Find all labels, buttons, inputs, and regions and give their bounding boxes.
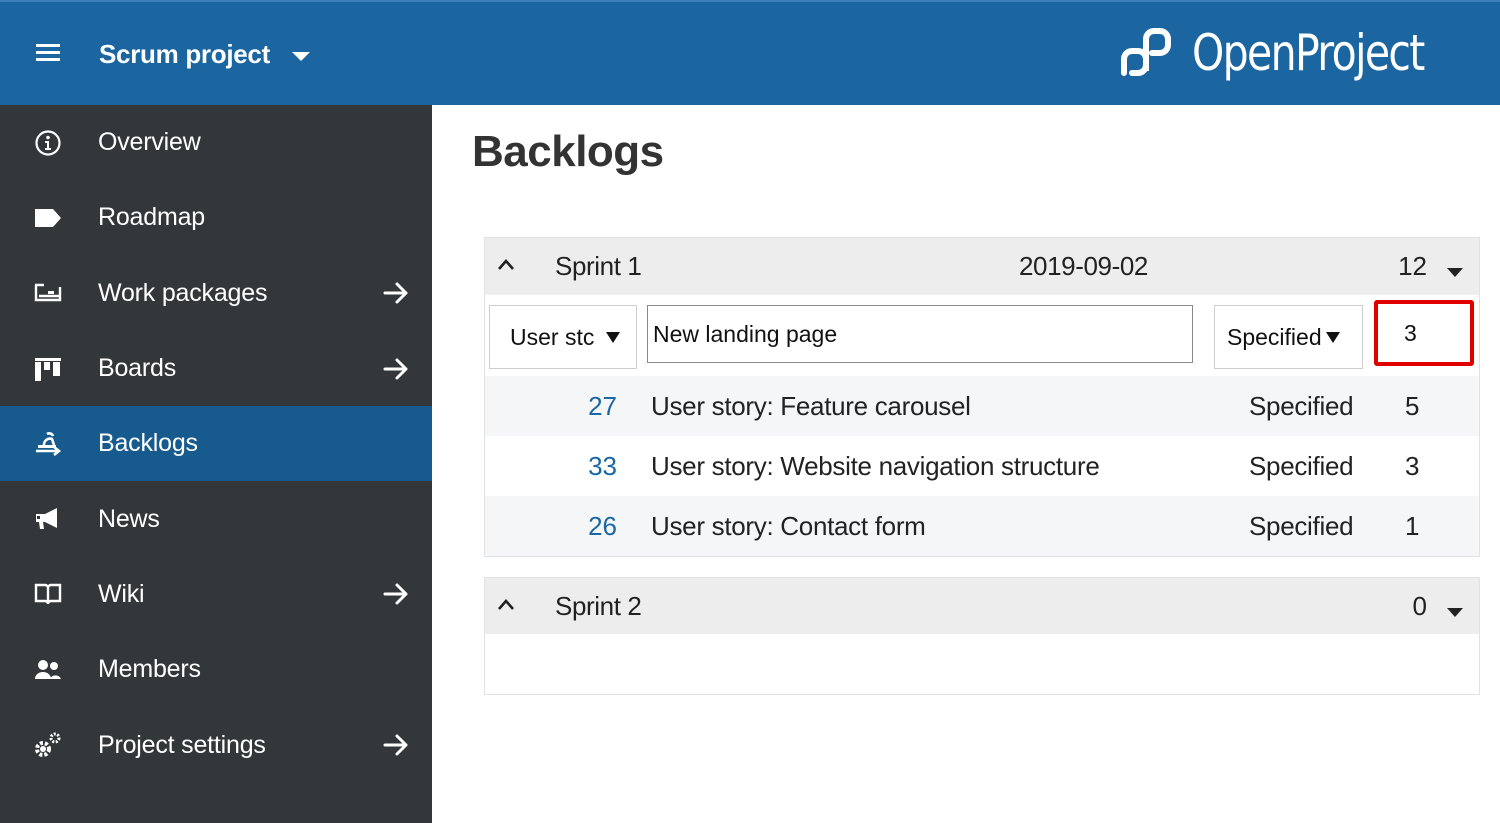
sidebar-item-boards[interactable]: Boards xyxy=(0,331,432,406)
sidebar-item-roadmap[interactable]: Roadmap xyxy=(0,180,432,255)
sidebar-item-label: News xyxy=(98,504,160,533)
story-status-value: Specified xyxy=(1227,323,1322,350)
sidebar-item-label: Work packages xyxy=(98,278,268,307)
story-type-select[interactable]: User stc xyxy=(489,305,637,369)
story-subject[interactable]: User story: Contact form xyxy=(651,511,926,542)
sprint-name[interactable]: Sprint 1 xyxy=(555,251,642,282)
story-id-link[interactable]: 27 xyxy=(588,391,617,422)
story-status[interactable]: Specified xyxy=(1249,511,1354,542)
story-row[interactable]: 33 User story: Website navigation struct… xyxy=(485,436,1479,496)
page-title: Backlogs xyxy=(472,127,664,176)
top-header: Scrum project OpenProject xyxy=(0,0,1500,105)
sidebar-item-label: Roadmap xyxy=(98,203,205,232)
sprint-menu-caret-icon[interactable] xyxy=(1447,268,1463,277)
story-subject-input[interactable] xyxy=(647,305,1193,363)
chevron-down-icon xyxy=(291,51,310,61)
chevron-up-icon[interactable] xyxy=(495,254,517,276)
sidebar-item-overview[interactable]: Overview xyxy=(0,105,432,180)
arrow-right-icon[interactable] xyxy=(382,357,410,381)
story-points-input[interactable] xyxy=(1374,300,1474,366)
settings-gears-icon xyxy=(33,730,63,760)
sidebar-item-wiki[interactable]: Wiki xyxy=(0,557,432,632)
logo-mark-icon xyxy=(1121,28,1171,76)
arrow-right-icon[interactable] xyxy=(382,733,410,757)
story-subject[interactable]: User story: Website navigation structure xyxy=(651,451,1100,482)
story-status-select[interactable]: Specified xyxy=(1214,305,1363,369)
project-name: Scrum project xyxy=(99,38,270,69)
story-id-link[interactable]: 26 xyxy=(588,511,617,542)
story-id-link[interactable]: 33 xyxy=(588,451,617,482)
sidebar-item-label: Members xyxy=(98,655,201,684)
sprint-velocity: 12 xyxy=(1398,250,1427,281)
menu-hamburger-icon[interactable] xyxy=(36,44,60,62)
boards-icon xyxy=(33,354,63,384)
openproject-logo[interactable]: OpenProject xyxy=(1118,22,1475,84)
sprint-date[interactable]: 2019-09-02 xyxy=(1019,251,1148,282)
sidebar-item-label: Wiki xyxy=(98,579,145,608)
story-points[interactable]: 5 xyxy=(1405,391,1419,422)
story-subject[interactable]: User story: Feature carousel xyxy=(651,391,971,422)
sidebar-item-project-settings[interactable]: Project settings xyxy=(0,707,432,782)
sprint-backlog: Sprint 2 0 xyxy=(484,577,1480,695)
arrow-right-icon[interactable] xyxy=(382,582,410,606)
sprint-backlog: Sprint 1 2019-09-02 12 User stc Specifie… xyxy=(484,237,1480,557)
project-selector[interactable]: Scrum project xyxy=(99,36,310,72)
sprint-empty-body xyxy=(485,634,1479,694)
members-icon xyxy=(33,655,63,685)
chevron-up-icon[interactable] xyxy=(495,594,517,616)
info-circle-icon xyxy=(33,128,63,158)
dropdown-triangle-icon xyxy=(1325,331,1340,343)
sprint-header: Sprint 2 0 xyxy=(485,578,1479,634)
sidebar-item-backlogs[interactable]: Backlogs xyxy=(0,406,432,482)
sidebar-item-work-packages[interactable]: Work packages xyxy=(0,256,432,331)
sidebar-item-label: Backlogs xyxy=(98,429,198,458)
sidebar-item-news[interactable]: News xyxy=(0,481,432,556)
arrow-right-icon[interactable] xyxy=(382,281,410,305)
sprint-header: Sprint 1 2019-09-02 12 xyxy=(485,238,1479,294)
sprint-name[interactable]: Sprint 2 xyxy=(555,591,642,622)
story-status[interactable]: Specified xyxy=(1249,391,1354,422)
story-points[interactable]: 1 xyxy=(1405,511,1419,542)
sprint-menu-caret-icon[interactable] xyxy=(1447,608,1463,617)
sidebar-item-label: Project settings xyxy=(98,730,266,759)
story-status[interactable]: Specified xyxy=(1249,451,1354,482)
tag-icon xyxy=(33,203,63,233)
story-row[interactable]: 27 User story: Feature carousel Specifie… xyxy=(485,376,1479,436)
story-type-value: User stc xyxy=(510,323,595,350)
backlogs-icon xyxy=(33,429,63,459)
new-story-form: User stc Specified xyxy=(485,294,1479,376)
megaphone-icon xyxy=(33,504,63,534)
story-row[interactable]: 26 User story: Contact form Specified 1 xyxy=(485,496,1479,556)
sidebar-item-label: Overview xyxy=(98,128,201,157)
logo-text: OpenProject xyxy=(1192,24,1425,82)
project-sidebar: Overview Roadmap Work packages Boards Ba… xyxy=(0,105,432,823)
story-points[interactable]: 3 xyxy=(1405,451,1419,482)
dropdown-triangle-icon xyxy=(606,331,621,343)
sprint-velocity: 0 xyxy=(1412,590,1427,621)
work-packages-icon xyxy=(33,278,63,308)
main-content: Backlogs Sprint 1 2019-09-02 12 User stc… xyxy=(432,105,1500,823)
sidebar-item-label: Boards xyxy=(98,354,177,383)
book-icon xyxy=(33,579,63,609)
sidebar-item-members[interactable]: Members xyxy=(0,632,432,707)
